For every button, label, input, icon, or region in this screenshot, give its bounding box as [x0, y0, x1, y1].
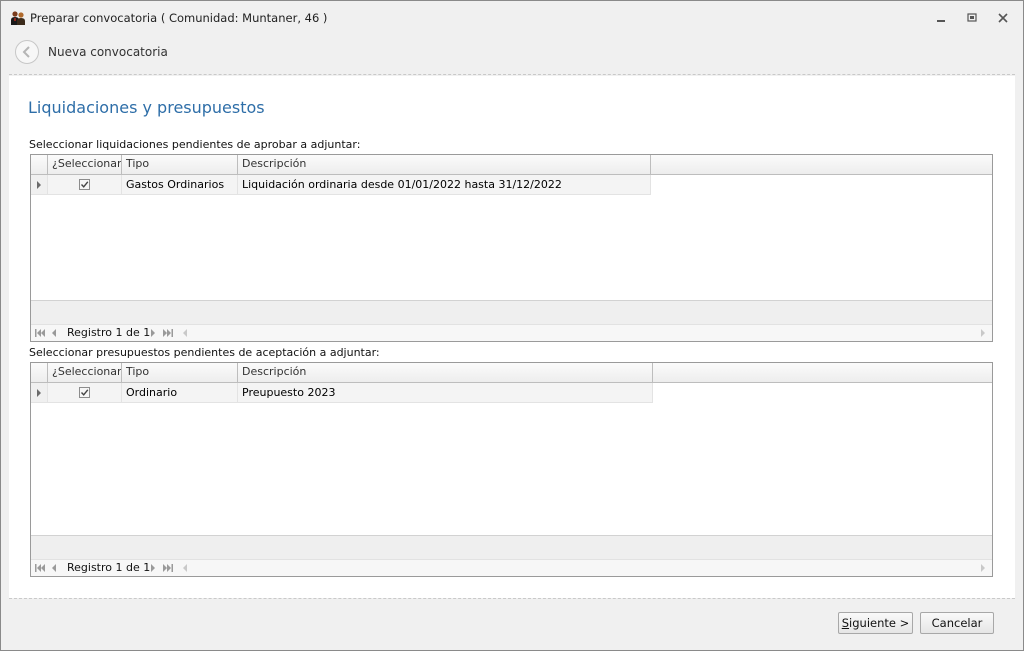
next-button-label: iguiente >	[849, 616, 910, 630]
check-icon	[80, 181, 89, 188]
scroll-left-icon[interactable]	[183, 564, 187, 572]
first-record-icon[interactable]	[34, 327, 46, 339]
record-navigator: Registro 1 de 1	[31, 559, 992, 576]
record-navigator: Registro 1 de 1	[31, 324, 992, 341]
column-header-tipo[interactable]: Tipo	[122, 363, 238, 382]
select-checkbox[interactable]	[79, 387, 90, 398]
wizard-footer: Siguiente > Cancelar	[9, 598, 1015, 643]
cell-descripcion: Preupuesto 2023	[238, 383, 653, 403]
last-record-icon[interactable]	[162, 327, 174, 339]
close-icon[interactable]	[995, 10, 1011, 26]
record-count: Registro 1 de 1	[67, 561, 151, 574]
previous-record-icon[interactable]	[48, 327, 60, 339]
next-record-icon[interactable]	[147, 327, 159, 339]
scroll-left-icon[interactable]	[183, 329, 187, 337]
grid-header: ¿Seleccionar? Tipo Descripción	[31, 363, 992, 383]
row-indicator[interactable]	[31, 175, 48, 195]
wizard-header: Nueva convocatoria	[9, 34, 1015, 75]
grid-header: ¿Seleccionar? Tipo Descripción	[31, 155, 992, 175]
minimize-icon[interactable]	[933, 10, 949, 26]
first-record-icon[interactable]	[34, 562, 46, 574]
scroll-right-icon[interactable]	[981, 329, 985, 337]
next-hotkey: S	[841, 616, 850, 630]
cell-descripcion: Liquidación ordinaria desde 01/01/2022 h…	[238, 175, 651, 195]
row-indicator[interactable]	[31, 383, 48, 403]
column-header-tipo[interactable]: Tipo	[122, 155, 238, 174]
presupuestos-grid[interactable]: ¿Seleccionar? Tipo Descripción Ordinario…	[30, 362, 993, 577]
liquidaciones-grid[interactable]: ¿Seleccionar? Tipo Descripción Gastos Or…	[30, 154, 993, 342]
row-pointer-icon	[37, 181, 41, 189]
wizard-title: Nueva convocatoria	[48, 45, 168, 59]
next-button[interactable]: Siguiente >	[838, 612, 913, 634]
row-indicator-header	[31, 363, 48, 382]
grid-footer	[31, 535, 992, 560]
previous-record-icon[interactable]	[48, 562, 60, 574]
scroll-right-icon[interactable]	[981, 564, 985, 572]
people-icon	[10, 10, 26, 26]
restore-icon[interactable]	[964, 10, 980, 26]
back-button[interactable]	[15, 40, 39, 64]
column-header-seleccionar[interactable]: ¿Seleccionar?	[48, 155, 122, 174]
presupuestos-label: Seleccionar presupuestos pendientes de a…	[29, 346, 380, 359]
wizard-content: Liquidaciones y presupuestos Seleccionar…	[9, 76, 1015, 598]
liquidaciones-label: Seleccionar liquidaciones pendientes de …	[29, 138, 361, 151]
row-pointer-icon	[37, 389, 41, 397]
column-header-descripcion[interactable]: Descripción	[238, 155, 651, 174]
select-cell	[48, 175, 122, 195]
grid-footer	[31, 300, 992, 325]
column-header-seleccionar[interactable]: ¿Seleccionar?	[48, 363, 122, 382]
select-checkbox[interactable]	[79, 179, 90, 190]
check-icon	[80, 389, 89, 396]
select-cell	[48, 383, 122, 403]
title-bar: Preparar convocatoria ( Comunidad: Munta…	[1, 1, 1023, 34]
next-record-icon[interactable]	[147, 562, 159, 574]
row-indicator-header	[31, 155, 48, 174]
window-title: Preparar convocatoria ( Comunidad: Munta…	[30, 11, 328, 25]
cell-tipo: Gastos Ordinarios	[122, 175, 238, 195]
cell-tipo: Ordinario	[122, 383, 238, 403]
record-count: Registro 1 de 1	[67, 326, 151, 339]
column-header-descripcion[interactable]: Descripción	[238, 363, 653, 382]
page-title: Liquidaciones y presupuestos	[28, 98, 265, 117]
arrow-left-icon	[22, 46, 30, 58]
app-window: Preparar convocatoria ( Comunidad: Munta…	[0, 0, 1024, 651]
cancel-button[interactable]: Cancelar	[920, 612, 994, 634]
last-record-icon[interactable]	[162, 562, 174, 574]
